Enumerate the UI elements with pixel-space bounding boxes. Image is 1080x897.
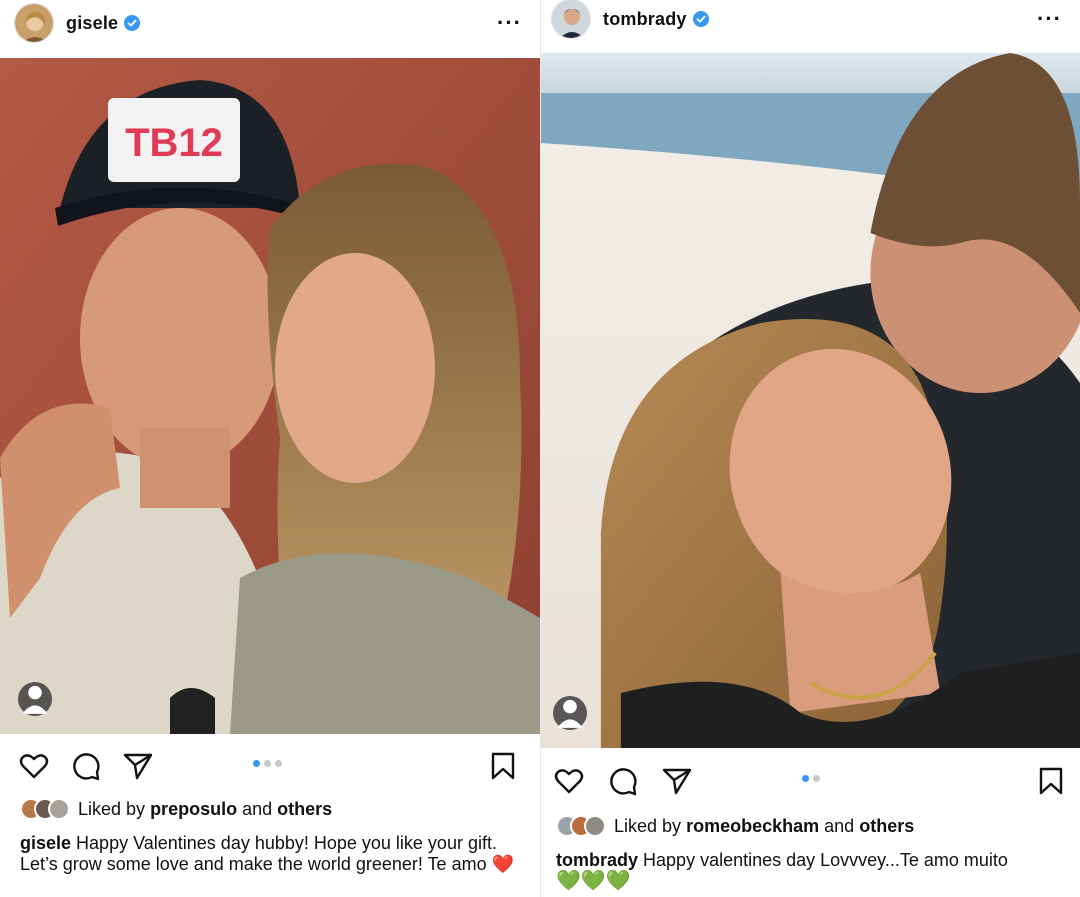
likes-and: and: [824, 815, 855, 836]
liked-by-username[interactable]: preposulo: [150, 799, 237, 820]
liker-avatars: [20, 798, 70, 820]
liked-by-username[interactable]: romeobeckham: [686, 816, 819, 837]
caption-text: Happy Valentines day hubby! Hope you lik…: [20, 833, 514, 874]
likes-prefix: Liked by: [78, 798, 146, 819]
likes-others-link[interactable]: others: [859, 816, 914, 837]
verified-badge-icon: [124, 15, 141, 31]
avatar[interactable]: [14, 3, 54, 43]
carousel-dot: [264, 760, 271, 767]
avatar[interactable]: [551, 0, 591, 39]
send-icon[interactable]: [122, 750, 154, 782]
caption-emoji: 💚💚💚: [556, 870, 631, 892]
user-tag-icon[interactable]: [18, 682, 52, 716]
post-header: gisele ···: [0, 0, 540, 46]
post-card-gisele: gisele ··· TB12 Liked by preposulo and o…: [0, 0, 540, 897]
post-header: tombrady ···: [541, 0, 1080, 39]
carousel-dots: [253, 760, 282, 767]
caption-text: Happy valentines day Lovvvey...Te amo mu…: [643, 850, 1008, 870]
caption-username[interactable]: tombrady: [556, 850, 638, 870]
verified-badge-icon: [692, 11, 709, 27]
action-bar: [0, 746, 540, 786]
carousel-dot: [813, 775, 820, 782]
send-icon[interactable]: [661, 765, 693, 797]
carousel-dot: [802, 775, 809, 782]
likes-others-link[interactable]: others: [277, 799, 332, 820]
likes-summary: Liked by romeobeckham and others: [556, 815, 914, 837]
more-options-icon[interactable]: ···: [497, 12, 522, 34]
bookmark-icon[interactable]: [1035, 765, 1067, 797]
post-caption: tombrady Happy valentines day Lovvvey...…: [556, 850, 1066, 892]
user-tag-icon[interactable]: [553, 696, 587, 730]
post-photo[interactable]: TB12: [0, 58, 540, 734]
heart-icon[interactable]: [18, 750, 50, 782]
avatar: [48, 798, 70, 820]
comment-icon[interactable]: [70, 750, 102, 782]
bookmark-icon[interactable]: [487, 750, 519, 782]
likes-and: and: [242, 798, 273, 819]
action-bar: [541, 761, 1080, 801]
heart-icon[interactable]: [553, 765, 585, 797]
caption-username[interactable]: gisele: [20, 833, 71, 853]
carousel-dot: [253, 760, 260, 767]
cap-logo-text: TB12: [125, 121, 223, 165]
post-caption: gisele Happy Valentines day hubby! Hope …: [20, 833, 520, 875]
username[interactable]: gisele: [66, 13, 118, 34]
username[interactable]: tombrady: [603, 9, 687, 30]
more-options-icon[interactable]: ···: [1037, 8, 1062, 30]
liker-avatars: [556, 815, 606, 837]
carousel-dots: [802, 775, 820, 782]
likes-prefix: Liked by: [614, 815, 682, 836]
avatar: [584, 815, 606, 837]
post-photo[interactable]: [541, 53, 1080, 748]
comment-icon[interactable]: [607, 765, 639, 797]
post-card-tombrady: tombrady ··· Liked by romeobeckham and o…: [540, 0, 1080, 897]
carousel-dot: [275, 760, 282, 767]
likes-summary: Liked by preposulo and others: [20, 798, 332, 820]
